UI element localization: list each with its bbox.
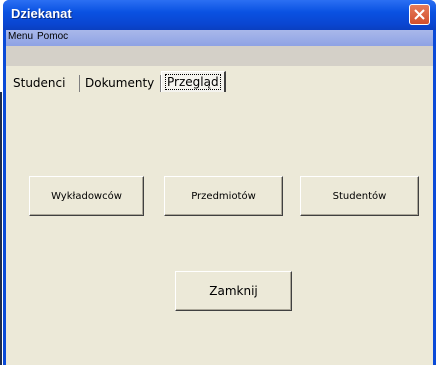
menu-item-menu[interactable]: Menu xyxy=(6,30,35,42)
title-bar[interactable]: Dziekanat xyxy=(3,0,436,30)
tab-przeglad-label: Przegląd xyxy=(165,74,221,90)
tab-przeglad[interactable]: Przegląd xyxy=(161,71,226,92)
menu-item-pomoc[interactable]: Pomoc xyxy=(35,30,70,42)
toolbar-strip xyxy=(6,46,433,66)
close-icon xyxy=(414,9,425,20)
window-title: Dziekanat xyxy=(11,6,72,21)
close-button[interactable]: Zamknij xyxy=(175,271,292,311)
close-window-button[interactable] xyxy=(409,4,430,25)
dialog-window: Dziekanat Menu Pomoc Studenci Dokumenty P… xyxy=(3,0,436,365)
background-window-edge xyxy=(0,92,2,365)
tab-studenci[interactable]: Studenci xyxy=(13,73,65,93)
tab-dokumenty[interactable]: Dokumenty xyxy=(85,73,154,93)
menu-bar: Menu Pomoc xyxy=(6,30,433,46)
students-button[interactable]: Studentów xyxy=(300,176,419,216)
client-area: Menu Pomoc Studenci Dokumenty Przegląd Wy… xyxy=(6,30,433,365)
tab-separator xyxy=(79,75,80,92)
subjects-button[interactable]: Przedmiotów xyxy=(164,176,283,216)
lecturers-button[interactable]: Wykładowców xyxy=(29,176,144,216)
